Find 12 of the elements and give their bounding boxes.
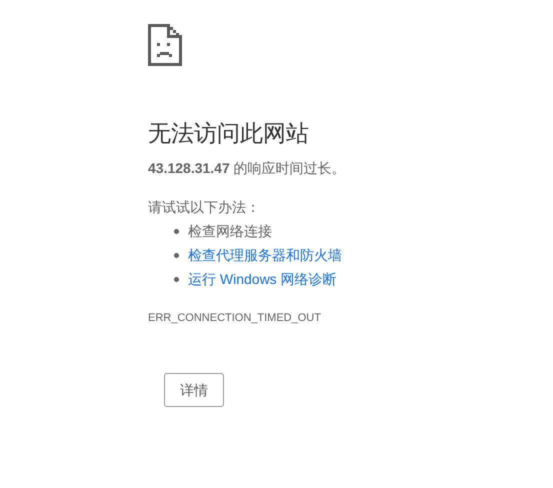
- suggestion-link[interactable]: 运行 Windows 网络诊断: [188, 268, 337, 290]
- bullet-icon: [174, 252, 179, 258]
- suggestion-link[interactable]: 检查代理服务器和防火墙: [188, 244, 342, 266]
- page-heading: 无法访问此网站: [148, 119, 309, 148]
- error-summary: 43.128.31.47 的响应时间过长。: [148, 159, 346, 178]
- suggestions-title: 请试试以下办法：: [148, 198, 260, 217]
- sad-page-icon: [148, 24, 182, 66]
- details-button[interactable]: 详情: [164, 373, 224, 407]
- bullet-icon: [174, 276, 179, 282]
- bullet-icon: [174, 228, 179, 234]
- error-code: ERR_CONNECTION_TIMED_OUT: [148, 311, 321, 325]
- suggestion-text: 检查网络连接: [188, 222, 272, 240]
